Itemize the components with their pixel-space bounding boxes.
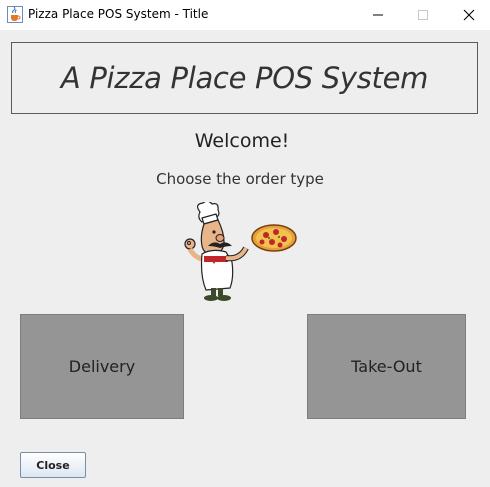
order-type-prompt: Choose the order type	[156, 170, 324, 188]
maximize-button[interactable]	[400, 0, 446, 30]
title-banner: A Pizza Place POS System	[11, 42, 478, 114]
banner-title: A Pizza Place POS System	[60, 61, 429, 95]
java-cup-icon	[7, 6, 23, 23]
delivery-button[interactable]: Delivery	[20, 314, 184, 419]
maximize-icon	[418, 10, 428, 20]
window-title: Pizza Place POS System - Title	[28, 7, 209, 21]
close-button[interactable]: Close	[20, 452, 86, 478]
welcome-label: Welcome!	[194, 130, 290, 152]
takeout-button[interactable]: Take-Out	[307, 314, 466, 419]
close-icon	[463, 9, 475, 21]
window-close-button[interactable]	[446, 0, 490, 30]
minimize-button[interactable]	[355, 0, 401, 30]
title-bar: Pizza Place POS System - Title	[0, 0, 490, 30]
minimize-icon	[373, 14, 383, 16]
pizza-chef-icon	[178, 200, 298, 306]
